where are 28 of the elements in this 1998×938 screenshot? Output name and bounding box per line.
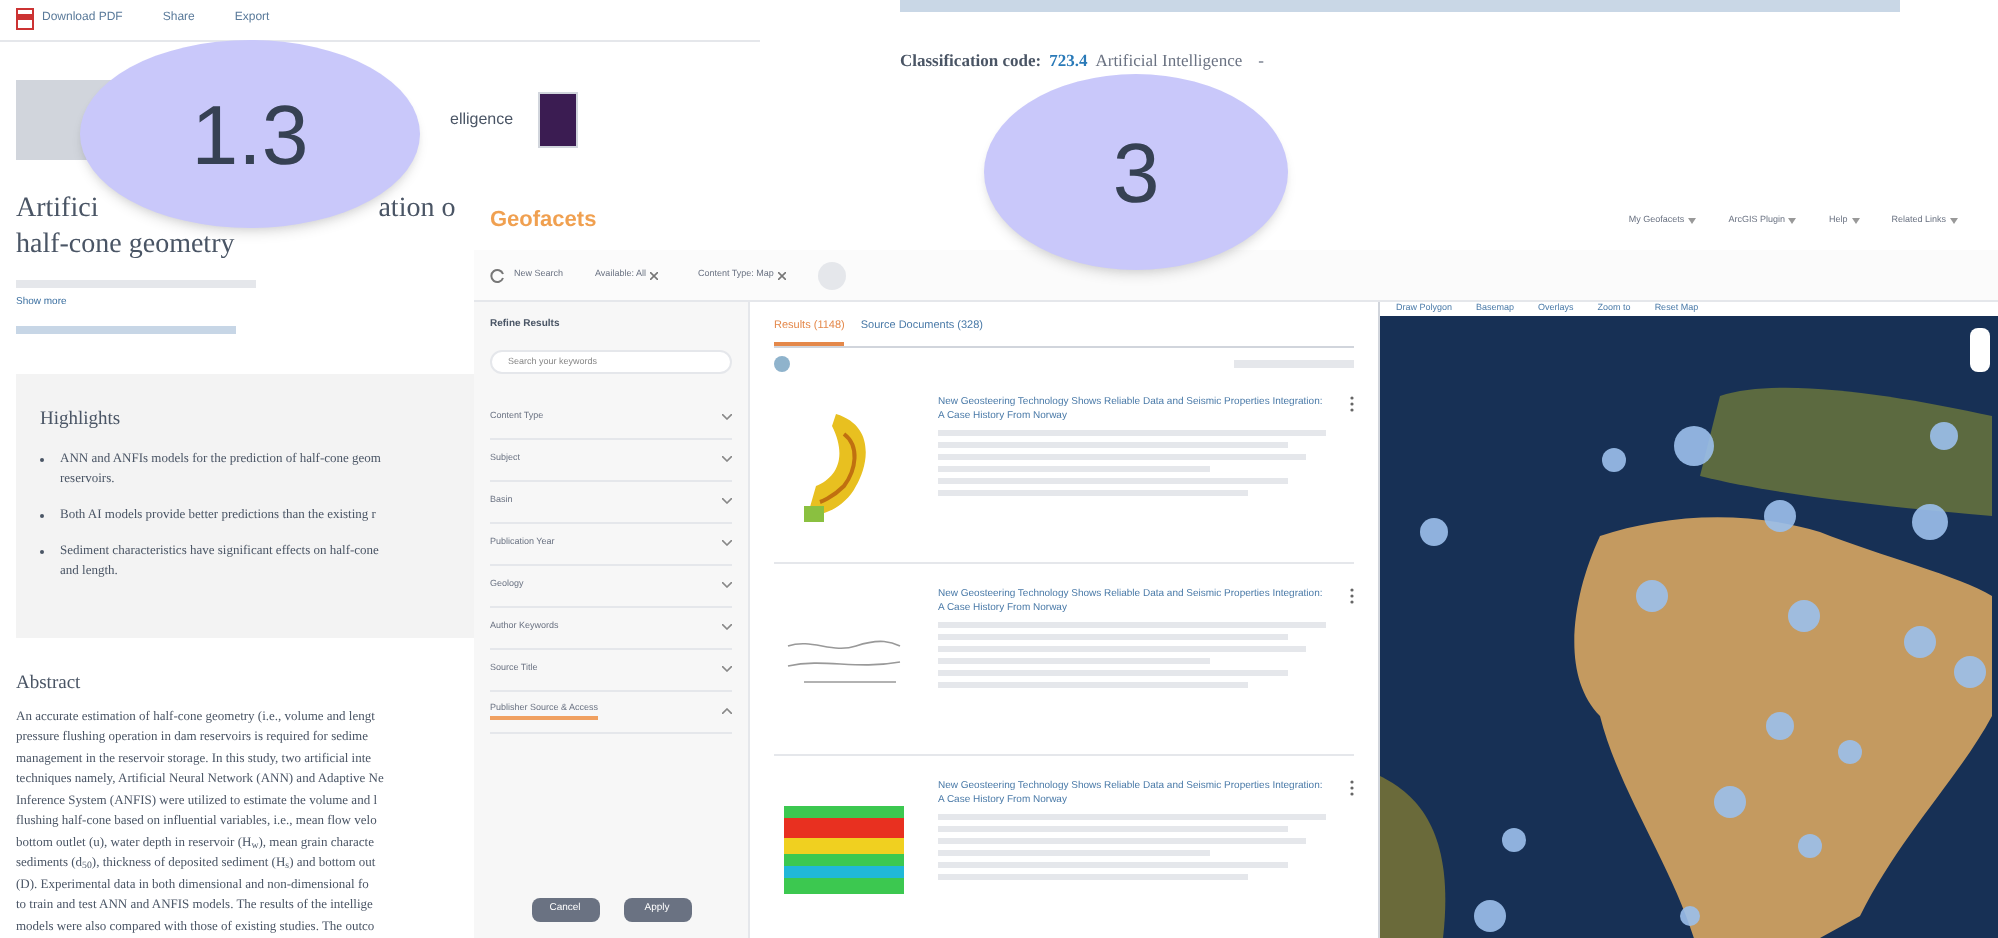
chevron-down-icon [722,540,732,546]
article-title: half-cone geometry [14,227,237,264]
classification-label: Classification code: [900,48,1042,74]
close-icon [777,271,786,279]
chevron-down-icon [722,498,732,504]
journal-title[interactable]: elligence [450,108,514,133]
chevron-down-icon [722,456,732,462]
zoom-control[interactable] [1970,327,1990,372]
chevron-down-icon [722,666,732,672]
close-icon [649,271,658,279]
journal-thumbnail [537,92,578,149]
chevron-down-icon [722,414,732,420]
caret-icon [1788,217,1797,223]
heatmap-thumbnail [784,806,904,895]
separator: - [1258,48,1264,74]
abstract-heading: Abstract [16,672,81,699]
caret-icon [1950,217,1958,223]
refresh-icon [490,267,506,283]
pdf-icon [16,8,34,31]
caret-icon [1851,217,1860,223]
chevron-up-icon [722,708,732,714]
chevron-down-icon [722,624,732,630]
classification-text: Artificial Intelligence [1095,48,1243,74]
chevron-down-icon [722,582,732,588]
view-toggle-icon[interactable] [774,356,790,373]
classification-code-link[interactable]: 723.4 [1049,48,1088,74]
caret-icon [1688,217,1697,223]
highlights-heading: Highlights [40,408,121,434]
